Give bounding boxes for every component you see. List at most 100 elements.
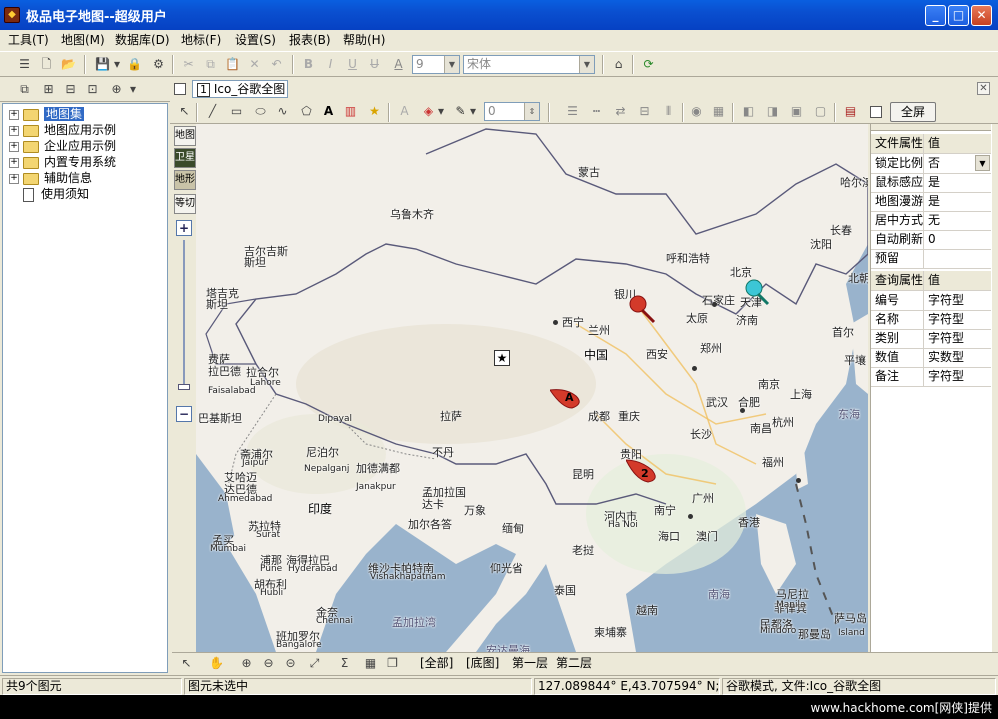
pointer-icon[interactable]: ↖ bbox=[176, 103, 193, 120]
prop-value[interactable]: 字符型 bbox=[926, 291, 993, 310]
layer-tab-second[interactable]: 第二层 bbox=[556, 655, 592, 671]
pen-color-icon[interactable]: ✎ bbox=[452, 103, 469, 120]
prop-row-center-mode[interactable]: 居中方式 无 bbox=[871, 211, 991, 231]
zoom-in-icon[interactable]: ⊕ bbox=[238, 655, 255, 672]
line-width-spinner[interactable]: 0 ⇕ bbox=[484, 102, 540, 121]
menu-map[interactable]: 地图(M) bbox=[61, 32, 105, 48]
marker-2[interactable]: 2 bbox=[626, 458, 660, 484]
star-tool-icon[interactable]: ★ bbox=[366, 103, 383, 120]
chart-tool-icon[interactable]: ▥ bbox=[342, 103, 359, 120]
chevron-down-icon[interactable]: ▼ bbox=[444, 56, 459, 73]
menu-help[interactable]: 帮助(H) bbox=[343, 32, 385, 48]
tab-google-map[interactable]: 1 Ico_谷歌全图 bbox=[192, 80, 288, 98]
menu-landmark[interactable]: 地标(F) bbox=[181, 32, 221, 48]
bring-front-icon[interactable]: ◧ bbox=[740, 103, 757, 120]
menu-database[interactable]: 数据库(D) bbox=[115, 32, 170, 48]
prop-row-lock-ratio[interactable]: 锁定比例 否 ▼ bbox=[871, 154, 991, 174]
text-tool-icon[interactable]: A bbox=[320, 103, 337, 120]
line-style-icon[interactable]: ☰ bbox=[564, 103, 581, 120]
tree-add-icon[interactable]: ⊕ bbox=[108, 81, 125, 98]
font-size-combo[interactable]: 9 ▼ bbox=[412, 55, 460, 74]
polygon-tool-icon[interactable]: ⬠ bbox=[298, 103, 315, 120]
tree-node-icon[interactable]: ⊡ bbox=[84, 81, 101, 98]
prop-row-map-roam[interactable]: 地图漫游 是 bbox=[871, 192, 991, 212]
tree-item-map-examples[interactable]: + 地图应用示例 bbox=[9, 122, 116, 138]
save-icon[interactable]: 💾 bbox=[94, 56, 111, 73]
query-row-name[interactable]: 名称 字符型 bbox=[871, 310, 991, 330]
close-tab-icon[interactable]: ✕ bbox=[977, 82, 990, 95]
expand-icon[interactable]: + bbox=[9, 157, 19, 168]
capital-star-icon[interactable]: ★ bbox=[494, 350, 510, 366]
tree-item-atlas[interactable]: + 地图集 bbox=[9, 106, 85, 122]
prop-value[interactable]: 字符型 bbox=[926, 329, 993, 348]
prop-row-reserved[interactable]: 预留 bbox=[871, 249, 991, 269]
pushpin-cyan-marker[interactable] bbox=[742, 276, 774, 308]
tree-item-builtin-systems[interactable]: + 内置专用系统 bbox=[9, 154, 116, 170]
refresh-icon[interactable]: ⟳ bbox=[640, 56, 657, 73]
prop-row-mouse-sense[interactable]: 鼠标感应 是 bbox=[871, 173, 991, 193]
align-icon[interactable]: ⊟ bbox=[636, 103, 653, 120]
font-name-combo[interactable]: 宋体 ▼ bbox=[463, 55, 595, 74]
prop-value[interactable]: 是 bbox=[926, 192, 993, 211]
expand-icon[interactable]: + bbox=[9, 125, 19, 136]
prop-value[interactable]: 是 bbox=[926, 173, 993, 192]
pen-dropdown-icon[interactable]: ▾ bbox=[468, 103, 478, 120]
option-checkbox[interactable] bbox=[870, 106, 882, 118]
delete-icon[interactable]: ✕ bbox=[246, 56, 263, 73]
fill-dropdown-icon[interactable]: ▾ bbox=[436, 103, 446, 120]
send-back-icon[interactable]: ◨ bbox=[764, 103, 781, 120]
minimize-button[interactable]: _ bbox=[925, 5, 946, 26]
globe-icon[interactable]: ◉ bbox=[688, 103, 705, 120]
zoom-out-icon[interactable]: ⊖ bbox=[260, 655, 277, 672]
tree-item-usage-notes[interactable]: 使用须知 bbox=[9, 186, 89, 202]
text-style-icon[interactable]: A bbox=[396, 103, 413, 120]
prop-value[interactable]: 字符型 bbox=[926, 367, 993, 386]
tab-checkbox[interactable] bbox=[174, 83, 186, 95]
map-canvas[interactable]: 蒙古 乌鲁木齐 哈尔滨 长春 沈阳 呼和浩特 北京 天津 石家庄 银川 太原 济… bbox=[196, 124, 868, 652]
italic-icon[interactable]: I bbox=[322, 56, 339, 73]
prop-value[interactable]: 实数型 bbox=[926, 348, 993, 367]
lock-icon[interactable]: 🔒 bbox=[126, 56, 143, 73]
spinner-icon[interactable]: ⇕ bbox=[524, 103, 539, 120]
expand-icon[interactable]: + bbox=[9, 109, 19, 120]
layers-icon[interactable]: ⧉ bbox=[16, 81, 33, 98]
distribute-icon[interactable]: ⫴ bbox=[660, 103, 677, 120]
group-icon[interactable]: ▣ bbox=[788, 103, 805, 120]
pushpin-red-marker[interactable] bbox=[626, 292, 662, 328]
map-type-terrain-button[interactable]: 地形 bbox=[174, 170, 196, 190]
strikethrough-icon[interactable]: U bbox=[366, 56, 383, 73]
zoom-reset-icon[interactable]: ⊝ bbox=[282, 655, 299, 672]
menu-reports[interactable]: 报表(B) bbox=[289, 32, 331, 48]
menu-settings[interactable]: 设置(S) bbox=[235, 32, 276, 48]
paste-icon[interactable]: 📋 bbox=[224, 56, 241, 73]
zoom-out-button[interactable]: − bbox=[176, 406, 192, 422]
tree-expand-icon[interactable]: ⊞ bbox=[40, 81, 57, 98]
query-row-category[interactable]: 类别 字符型 bbox=[871, 329, 991, 349]
tree-dropdown-icon[interactable]: ▾ bbox=[128, 81, 138, 98]
image-icon[interactable]: ▦ bbox=[710, 103, 727, 120]
save-dropdown-icon[interactable]: ▾ bbox=[112, 56, 122, 73]
arrow-style-icon[interactable]: ⇄ bbox=[612, 103, 629, 120]
query-row-value[interactable]: 数值 实数型 bbox=[871, 348, 991, 368]
chevron-down-icon[interactable]: ▼ bbox=[975, 155, 990, 171]
zoom-slider-handle[interactable] bbox=[178, 384, 190, 390]
prop-row-auto-refresh[interactable]: 自动刷新 0 bbox=[871, 230, 991, 250]
close-button[interactable]: ✕ bbox=[971, 5, 992, 26]
marker-a[interactable]: A bbox=[550, 386, 584, 410]
rectangle-tool-icon[interactable]: ▭ bbox=[228, 103, 245, 120]
pan-hand-icon[interactable]: ✋ bbox=[208, 655, 225, 672]
ellipse-tool-icon[interactable]: ⬭ bbox=[252, 103, 269, 120]
font-color-icon[interactable]: A bbox=[390, 56, 407, 73]
tree-collapse-icon[interactable]: ⊟ bbox=[62, 81, 79, 98]
dash-style-icon[interactable]: ┅ bbox=[588, 103, 605, 120]
expand-icon[interactable]: + bbox=[9, 173, 19, 184]
curve-tool-icon[interactable]: ∿ bbox=[274, 103, 291, 120]
window-icon[interactable]: ❐ bbox=[384, 655, 401, 672]
prop-value[interactable]: 无 bbox=[926, 211, 993, 230]
line-tool-icon[interactable]: ╱ bbox=[204, 103, 221, 120]
statistics-icon[interactable]: ▦ bbox=[362, 655, 379, 672]
zoom-slider-track[interactable] bbox=[183, 240, 185, 390]
tree-item-aux-info[interactable]: + 辅助信息 bbox=[9, 170, 92, 186]
ungroup-icon[interactable]: ▢ bbox=[812, 103, 829, 120]
query-row-id[interactable]: 编号 字符型 bbox=[871, 291, 991, 311]
